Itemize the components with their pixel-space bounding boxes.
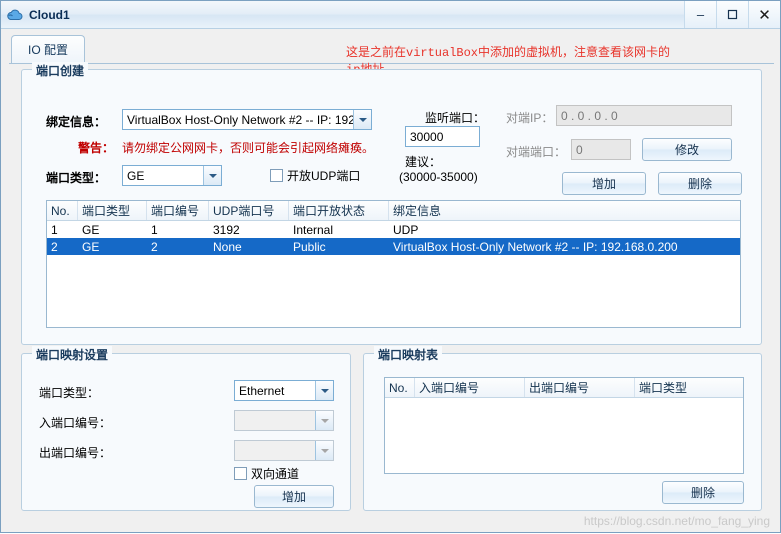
port-type-label: 端口类型： bbox=[46, 171, 107, 185]
peer-ip-value: 0 . 0 . 0 . 0 bbox=[561, 108, 618, 123]
watermark: https://blog.csdn.net/mo_fang_ying bbox=[583, 514, 770, 528]
cell-udp-port: 3192 bbox=[213, 222, 240, 237]
port-map-settings-title: 端口映射设置 bbox=[32, 346, 113, 363]
port-table[interactable]: No. 端口类型 端口编号 UDP端口号 端口开放状态 绑定信息 1 GE 1 … bbox=[46, 200, 741, 328]
th-map-port-type: 端口类型 bbox=[639, 381, 688, 395]
chevron-down-icon[interactable] bbox=[353, 110, 371, 129]
th-port-type: 端口类型 bbox=[78, 201, 147, 220]
delete-port-button[interactable]: 删除 bbox=[658, 172, 742, 195]
warning-text: 请勿绑定公网网卡，否则可能会引起网络瘫痪。 bbox=[122, 141, 375, 155]
warning-label: 警告： bbox=[78, 141, 115, 155]
cell-no: 2 bbox=[51, 239, 58, 254]
chevron-down-icon[interactable] bbox=[315, 381, 333, 400]
peer-ip-label: 对端IP： bbox=[506, 111, 554, 125]
port-type-value: GE bbox=[127, 168, 145, 183]
bind-info-label: 绑定信息： bbox=[46, 115, 107, 129]
th-port-no: 端口编号 bbox=[147, 201, 209, 220]
cell-port-type: GE bbox=[82, 239, 100, 254]
close-button[interactable]: ✕ bbox=[748, 1, 780, 28]
map-in-port-label: 入端口编号： bbox=[39, 416, 112, 430]
port-map-table-group: 端口映射表 No. 入端口编号 出端口编号 端口类型 删除 bbox=[363, 346, 762, 511]
port-type-combo[interactable]: GE bbox=[122, 165, 222, 186]
table-row[interactable]: 2 GE 2 None Public VirtualBox Host-Only … bbox=[47, 238, 740, 255]
map-out-port-combo[interactable] bbox=[234, 440, 334, 461]
th-map-no: No. bbox=[385, 378, 415, 397]
cell-bind-info: VirtualBox Host-Only Network #2 -- IP: 1… bbox=[393, 239, 678, 254]
checkbox-box[interactable] bbox=[270, 169, 283, 182]
cloud-icon bbox=[6, 6, 24, 24]
udp-port-checkbox-label: 开放UDP端口 bbox=[287, 169, 361, 183]
chevron-down-icon[interactable] bbox=[315, 441, 333, 460]
map-port-type-value: Ethernet bbox=[239, 383, 285, 398]
listen-port-label: 监听端口： bbox=[425, 111, 486, 125]
window-title: Cloud1 bbox=[29, 7, 70, 22]
th-udp-port: UDP端口号 bbox=[209, 201, 289, 220]
listen-port-input[interactable]: 30000 bbox=[405, 126, 480, 147]
window-buttons: – ✕ bbox=[684, 1, 780, 28]
map-add-button[interactable]: 增加 bbox=[254, 485, 334, 508]
cell-port-state: Internal bbox=[293, 222, 334, 237]
bind-info-value: VirtualBox Host-Only Network #2 -- IP: 1… bbox=[127, 112, 372, 127]
duplex-checkbox[interactable]: 双向通道 bbox=[234, 465, 299, 482]
map-in-port-combo[interactable] bbox=[234, 410, 334, 431]
map-table[interactable]: No. 入端口编号 出端口编号 端口类型 bbox=[384, 377, 744, 474]
cell-udp-port: None bbox=[213, 239, 242, 254]
th-no: No. bbox=[47, 201, 78, 220]
map-delete-button[interactable]: 删除 bbox=[662, 481, 744, 504]
th-port-state: 端口开放状态 bbox=[289, 201, 389, 220]
cloud-config-window: Cloud1 – ✕ IO 配置 这是之前在virtualBox中添加的虚拟机，… bbox=[0, 0, 781, 533]
suggest-range: (30000-35000) bbox=[399, 170, 478, 184]
modify-button[interactable]: 修改 bbox=[642, 138, 732, 161]
udp-port-checkbox[interactable]: 开放UDP端口 bbox=[270, 167, 360, 184]
map-port-type-combo[interactable]: Ethernet bbox=[234, 380, 334, 401]
cell-port-no: 1 bbox=[151, 222, 158, 237]
port-map-settings-group: 端口映射设置 端口类型： Ethernet 入端口编号： 出端口编号： 双向通道… bbox=[21, 346, 351, 511]
cell-port-state: Public bbox=[293, 239, 326, 254]
map-port-type-label: 端口类型： bbox=[39, 386, 100, 400]
duplex-checkbox-label: 双向通道 bbox=[251, 467, 300, 481]
port-create-title: 端口创建 bbox=[32, 62, 89, 79]
cell-bind-info: UDP bbox=[393, 222, 419, 237]
port-map-table-title: 端口映射表 bbox=[374, 346, 443, 363]
suggest-label: 建议： bbox=[405, 155, 442, 169]
checkbox-box[interactable] bbox=[234, 467, 247, 480]
peer-port-value: 0 bbox=[576, 142, 583, 157]
table-row[interactable]: 1 GE 1 3192 Internal UDP bbox=[47, 221, 740, 238]
tab-strip: IO 配置 bbox=[11, 35, 86, 64]
tab-io-config[interactable]: IO 配置 bbox=[11, 35, 86, 64]
chevron-down-icon[interactable] bbox=[315, 411, 333, 430]
th-bind-info: 绑定信息 bbox=[393, 204, 442, 218]
chevron-down-icon[interactable] bbox=[203, 166, 221, 185]
port-create-group: 端口创建 绑定信息： VirtualBox Host-Only Network … bbox=[21, 62, 762, 345]
th-map-out-port: 出端口编号 bbox=[525, 378, 635, 397]
title-bar: Cloud1 – ✕ bbox=[1, 1, 780, 29]
add-port-button[interactable]: 增加 bbox=[562, 172, 646, 195]
map-out-port-label: 出端口编号： bbox=[39, 446, 112, 460]
cell-no: 1 bbox=[51, 222, 58, 237]
minimize-button[interactable]: – bbox=[684, 1, 716, 28]
peer-ip-input[interactable]: 0 . 0 . 0 . 0 bbox=[556, 105, 732, 126]
listen-port-value: 30000 bbox=[410, 129, 444, 144]
bind-info-combo[interactable]: VirtualBox Host-Only Network #2 -- IP: 1… bbox=[122, 109, 372, 130]
cell-port-no: 2 bbox=[151, 239, 158, 254]
port-table-header: No. 端口类型 端口编号 UDP端口号 端口开放状态 绑定信息 bbox=[47, 201, 740, 221]
th-map-in-port: 入端口编号 bbox=[415, 378, 525, 397]
peer-port-input[interactable]: 0 bbox=[571, 139, 631, 160]
cell-port-type: GE bbox=[82, 222, 100, 237]
map-table-header: No. 入端口编号 出端口编号 端口类型 bbox=[385, 378, 743, 398]
peer-port-label: 对端端口： bbox=[506, 145, 567, 159]
maximize-button[interactable] bbox=[716, 1, 748, 28]
